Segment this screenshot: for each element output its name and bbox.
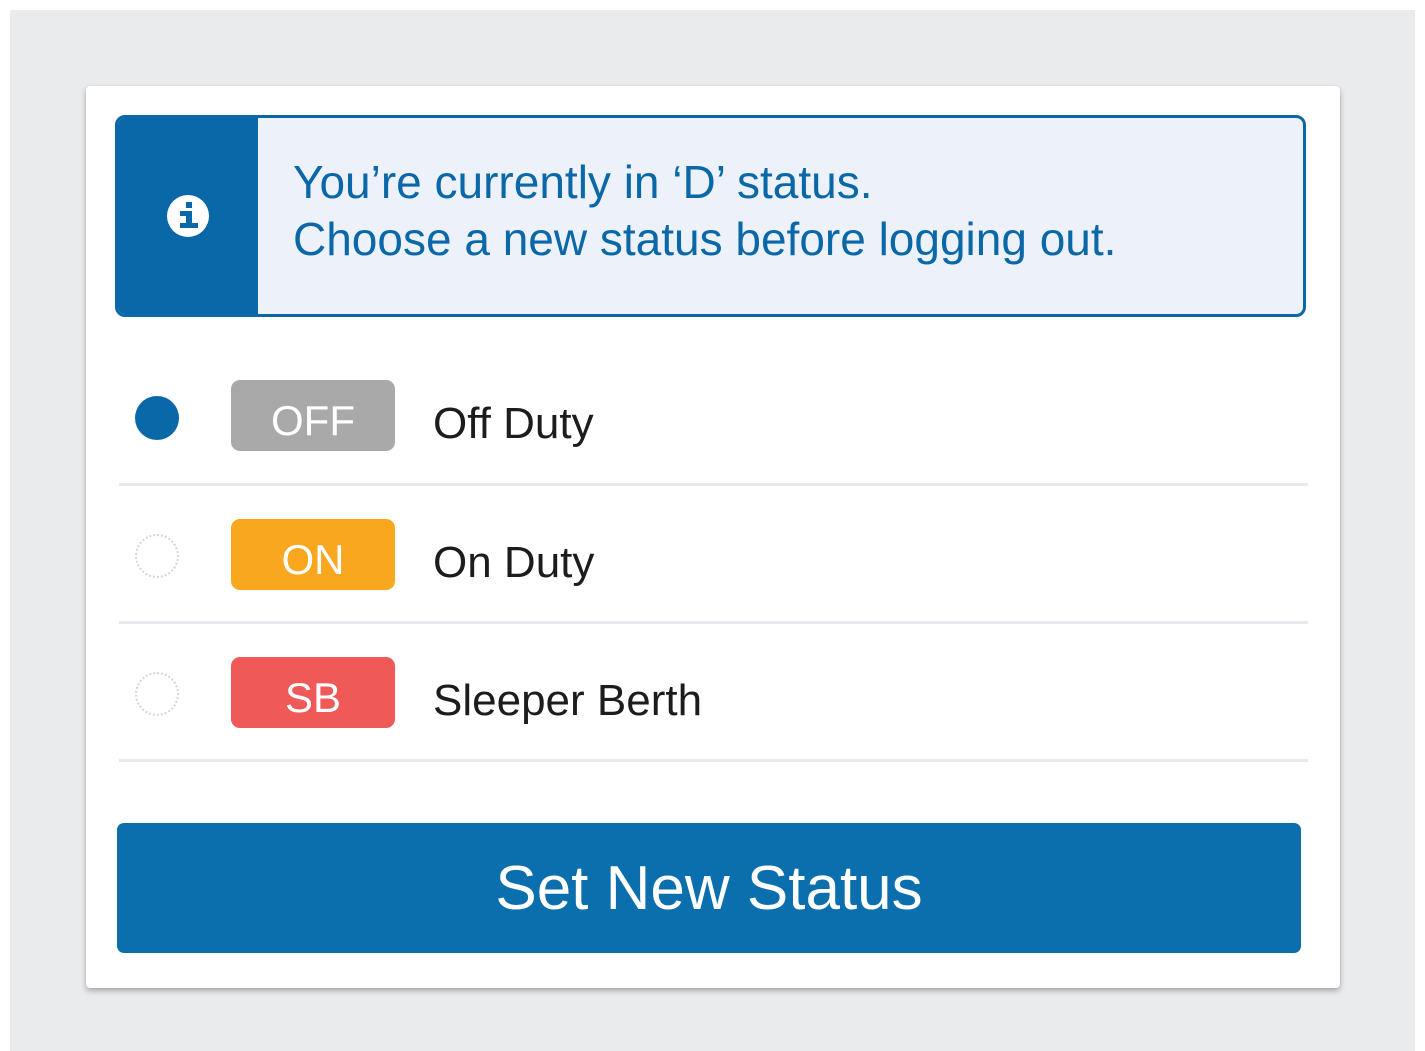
radio-sleeper-berth[interactable] <box>135 672 179 716</box>
status-label-on-duty: On Duty <box>433 538 595 587</box>
status-option-off-duty[interactable]: OFF Off Duty <box>119 349 1308 486</box>
status-label-off-duty: Off Duty <box>433 399 594 448</box>
status-dialog: You’re currently in ‘D’ status. Choose a… <box>86 86 1340 988</box>
radio-on-duty[interactable] <box>135 534 179 578</box>
notice-line-2: Choose a new status before logging out. <box>293 213 1117 265</box>
status-option-on-duty[interactable]: ON On Duty <box>119 486 1308 624</box>
set-new-status-button[interactable]: Set New Status <box>117 823 1301 953</box>
notice-line-1: You’re currently in ‘D’ status. <box>293 156 873 208</box>
notice-icon-bar <box>118 118 258 314</box>
info-icon <box>167 195 209 237</box>
status-notice: You’re currently in ‘D’ status. Choose a… <box>115 115 1306 317</box>
notice-message: You’re currently in ‘D’ status. Choose a… <box>293 154 1116 268</box>
status-badge-off: OFF <box>231 380 395 451</box>
status-options: OFF Off Duty ON On Duty SB Sleeper Berth <box>119 349 1308 762</box>
radio-off-duty-selected[interactable] <box>135 396 179 440</box>
status-badge-sb: SB <box>231 657 395 728</box>
status-option-sleeper-berth[interactable]: SB Sleeper Berth <box>119 624 1308 762</box>
status-label-sleeper-berth: Sleeper Berth <box>433 676 703 725</box>
status-badge-on: ON <box>231 519 395 590</box>
